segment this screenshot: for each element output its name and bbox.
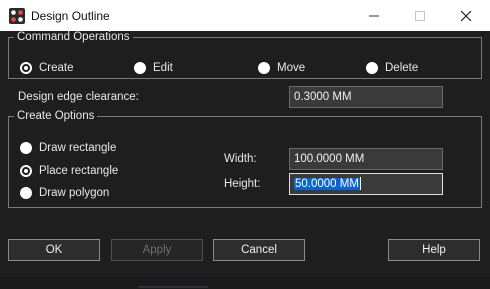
- radio-button-checked: [20, 165, 32, 177]
- title-bar: Design Outline: [0, 0, 490, 31]
- radio-edit-label: Edit: [153, 62, 173, 74]
- app-icon: [9, 8, 25, 24]
- radio-place-rectangle-label: Place rectangle: [39, 165, 119, 177]
- close-icon: [460, 10, 472, 22]
- create-options-legend: Create Options: [14, 110, 98, 123]
- dialog-bottom-edge: [0, 277, 490, 289]
- window-title: Design Outline: [31, 9, 110, 23]
- ok-button[interactable]: OK: [8, 239, 100, 261]
- radio-draw-rectangle[interactable]: Draw rectangle: [20, 141, 116, 155]
- close-button[interactable]: [443, 0, 489, 31]
- width-label: Width:: [224, 153, 257, 165]
- radio-draw-rectangle-label: Draw rectangle: [39, 142, 117, 154]
- radio-button: [20, 142, 32, 154]
- cancel-button[interactable]: Cancel: [213, 239, 305, 261]
- radio-move-label: Move: [277, 62, 306, 74]
- width-value: 100.0000 MM: [294, 153, 365, 165]
- height-label: Height:: [224, 178, 261, 190]
- clearance-value: 0.3000 MM: [294, 91, 352, 103]
- minimize-icon: [369, 15, 379, 17]
- height-input[interactable]: 50.0000 MM: [289, 173, 443, 195]
- command-operations-legend: Command Operations: [14, 31, 133, 44]
- radio-delete-label: Delete: [385, 62, 419, 74]
- radio-button-checked: [20, 62, 32, 74]
- radio-delete[interactable]: Delete: [366, 61, 418, 75]
- radio-button: [258, 62, 270, 74]
- radio-button: [366, 62, 378, 74]
- radio-draw-polygon-label: Draw polygon: [39, 187, 110, 199]
- text-caret: [359, 177, 361, 191]
- radio-place-rectangle[interactable]: Place rectangle: [20, 164, 118, 178]
- apply-button[interactable]: Apply: [111, 239, 203, 261]
- help-button[interactable]: Help: [388, 239, 480, 261]
- radio-button: [20, 187, 32, 199]
- bottom-edge-strip: [138, 286, 208, 288]
- height-value-selected: 50.0000 MM: [294, 178, 360, 190]
- clearance-label: Design edge clearance:: [18, 91, 139, 103]
- maximize-button[interactable]: [397, 0, 443, 31]
- radio-create-label: Create: [39, 62, 74, 74]
- radio-draw-polygon[interactable]: Draw polygon: [20, 186, 109, 200]
- width-input[interactable]: 100.0000 MM: [289, 148, 443, 170]
- radio-create[interactable]: Create: [20, 61, 74, 75]
- radio-button: [134, 62, 146, 74]
- maximize-icon: [415, 11, 425, 21]
- radio-edit[interactable]: Edit: [134, 61, 173, 75]
- minimize-button[interactable]: [351, 0, 397, 31]
- radio-move[interactable]: Move: [258, 61, 305, 75]
- clearance-input[interactable]: 0.3000 MM: [289, 86, 443, 108]
